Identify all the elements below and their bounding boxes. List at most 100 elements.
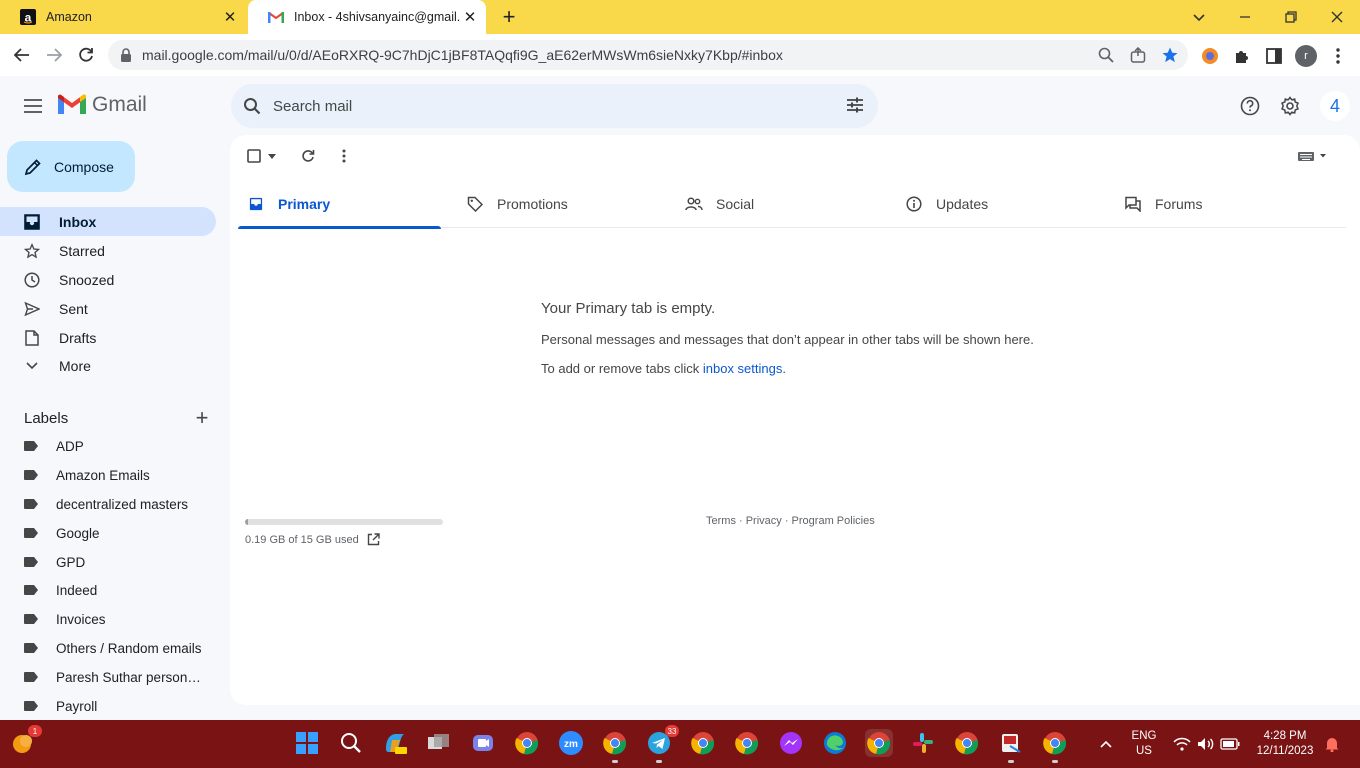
wifi-icon[interactable] <box>1172 734 1192 754</box>
label-item[interactable]: decentralized masters <box>0 490 216 518</box>
close-window-icon[interactable] <box>1325 5 1349 29</box>
nav-label: Drafts <box>59 329 97 346</box>
help-icon[interactable] <box>1238 94 1262 118</box>
label-tag-icon <box>24 585 38 595</box>
restore-icon[interactable] <box>1279 5 1303 29</box>
label-item[interactable]: ADP <box>0 432 216 460</box>
language-indicator[interactable]: ENG US <box>1126 729 1162 759</box>
browser-menu-icon[interactable] <box>1327 45 1349 67</box>
footer-links[interactable]: Terms · Privacy · Program Policies <box>706 515 875 527</box>
share-icon[interactable] <box>1128 45 1148 65</box>
browser-tab-amazon[interactable]: a Amazon ✕ <box>0 0 246 34</box>
close-tab-icon[interactable]: ✕ <box>460 7 480 27</box>
profile-avatar[interactable]: r <box>1295 45 1317 67</box>
forward-icon[interactable] <box>42 43 66 67</box>
label-tag-icon <box>24 672 38 682</box>
nav-item-more[interactable]: More <box>0 351 216 380</box>
browser-tab-gmail[interactable]: Inbox - 4shivsanyainc@gmail.com - Gmail … <box>248 0 486 34</box>
chrome-profile-icon[interactable] <box>689 729 717 757</box>
search-icon[interactable] <box>243 97 261 115</box>
empty-description: Personal messages and messages that don’… <box>541 332 1034 347</box>
more-options-icon[interactable] <box>338 146 350 166</box>
chrome-profile-icon[interactable] <box>601 729 629 763</box>
close-tab-icon[interactable]: ✕ <box>220 7 240 27</box>
chrome-active-icon[interactable] <box>865 729 893 757</box>
label-item[interactable]: Amazon Emails <box>0 461 216 489</box>
nav-item-snoozed[interactable]: Snoozed <box>0 265 216 294</box>
main-menu-icon[interactable] <box>20 93 46 119</box>
chrome-profile-icon[interactable] <box>953 729 981 757</box>
taskbar-search-icon[interactable] <box>337 729 365 757</box>
extension-icon[interactable] <box>1199 45 1221 67</box>
side-panel-icon[interactable] <box>1263 45 1285 67</box>
clock[interactable]: 4:28 PM 12/11/2023 <box>1250 729 1320 759</box>
labels-title: Labels <box>24 409 69 427</box>
telegram-icon[interactable]: 33 <box>645 725 679 763</box>
inbox-icon <box>22 212 42 232</box>
edge-icon[interactable] <box>821 729 849 757</box>
label-item[interactable]: Others / Random emails <box>0 634 216 662</box>
account-avatar[interactable]: 4 <box>1320 91 1350 121</box>
show-hidden-icons-chevron-up-icon[interactable] <box>1096 734 1116 754</box>
battery-icon[interactable] <box>1220 734 1240 754</box>
label-name: ADP <box>56 438 84 454</box>
bookmark-star-icon[interactable] <box>1160 45 1180 65</box>
slack-icon[interactable] <box>909 729 937 757</box>
input-tools-keyboard-icon[interactable] <box>1296 146 1330 166</box>
tab-promotions[interactable]: Promotions <box>457 180 660 228</box>
weather-widget-icon[interactable]: 1 <box>8 725 42 757</box>
chrome-profile-icon[interactable] <box>1041 729 1069 763</box>
open-in-new-icon[interactable] <box>367 533 380 546</box>
search-bar[interactable] <box>231 84 878 128</box>
nav-item-starred[interactable]: Starred <box>0 236 216 265</box>
add-label-button[interactable]: + <box>190 405 214 431</box>
copilot-icon[interactable] <box>381 729 409 757</box>
draft-icon <box>22 328 42 348</box>
gmail-logo[interactable]: Gmail <box>58 93 147 117</box>
new-tab-button[interactable]: + <box>498 4 520 29</box>
refresh-icon[interactable] <box>300 146 316 166</box>
nav-item-drafts[interactable]: Drafts <box>0 323 216 352</box>
nav-item-inbox[interactable]: Inbox <box>0 207 216 236</box>
tab-social[interactable]: Social <box>676 180 879 228</box>
nav-item-sent[interactable]: Sent <box>0 294 216 323</box>
label-item[interactable]: Payroll <box>0 692 216 720</box>
hint-suffix: . <box>782 361 786 376</box>
select-all-checkbox[interactable] <box>246 146 262 166</box>
puzzle-icon[interactable] <box>1231 45 1253 67</box>
label-item[interactable]: Paresh Suthar personal ... <box>0 663 216 691</box>
tab-forums[interactable]: Forums <box>1115 180 1318 228</box>
label-item[interactable]: Indeed <box>0 576 216 604</box>
select-dropdown-icon[interactable] <box>266 146 278 166</box>
search-input[interactable] <box>273 97 793 115</box>
snipping-tool-icon[interactable] <box>997 729 1025 763</box>
minimize-icon[interactable] <box>1233 5 1257 29</box>
label-item[interactable]: Invoices <box>0 605 216 633</box>
search-options-icon[interactable] <box>846 96 864 114</box>
messenger-icon[interactable] <box>777 729 805 757</box>
label-item[interactable]: GPD <box>0 548 216 576</box>
reload-icon[interactable] <box>74 43 98 67</box>
settings-gear-icon[interactable] <box>1278 94 1302 118</box>
back-icon[interactable] <box>10 43 34 67</box>
teams-chat-icon[interactable] <box>469 729 497 757</box>
compose-button[interactable]: Compose <box>7 141 135 192</box>
tab-updates[interactable]: Updates <box>896 180 1099 228</box>
label-item[interactable]: Google <box>0 519 216 547</box>
address-bar[interactable]: mail.google.com/mail/u/0/d/AEoRXRQ-9C7hD… <box>108 40 1188 70</box>
tab-search-icon[interactable] <box>1187 5 1211 29</box>
windows-start-icon[interactable] <box>293 729 321 757</box>
tab-primary[interactable]: Primary <box>238 180 441 229</box>
empty-settings-hint: To add or remove tabs click inbox settin… <box>541 361 1061 376</box>
chrome-profile-icon[interactable] <box>733 729 761 757</box>
inbox-settings-link[interactable]: inbox settings <box>703 361 783 376</box>
storage-meter: 0.19 GB of 15 GB used <box>245 519 443 546</box>
lock-icon[interactable] <box>120 48 132 62</box>
region-code: US <box>1136 745 1152 757</box>
task-view-icon[interactable] <box>425 729 453 757</box>
notification-bell-icon[interactable] <box>1322 734 1342 754</box>
zoom-icon[interactable] <box>1096 45 1116 65</box>
zoom-app-icon[interactable]: zm <box>557 729 585 757</box>
volume-icon[interactable] <box>1196 734 1216 754</box>
chrome-icon[interactable] <box>513 729 541 757</box>
